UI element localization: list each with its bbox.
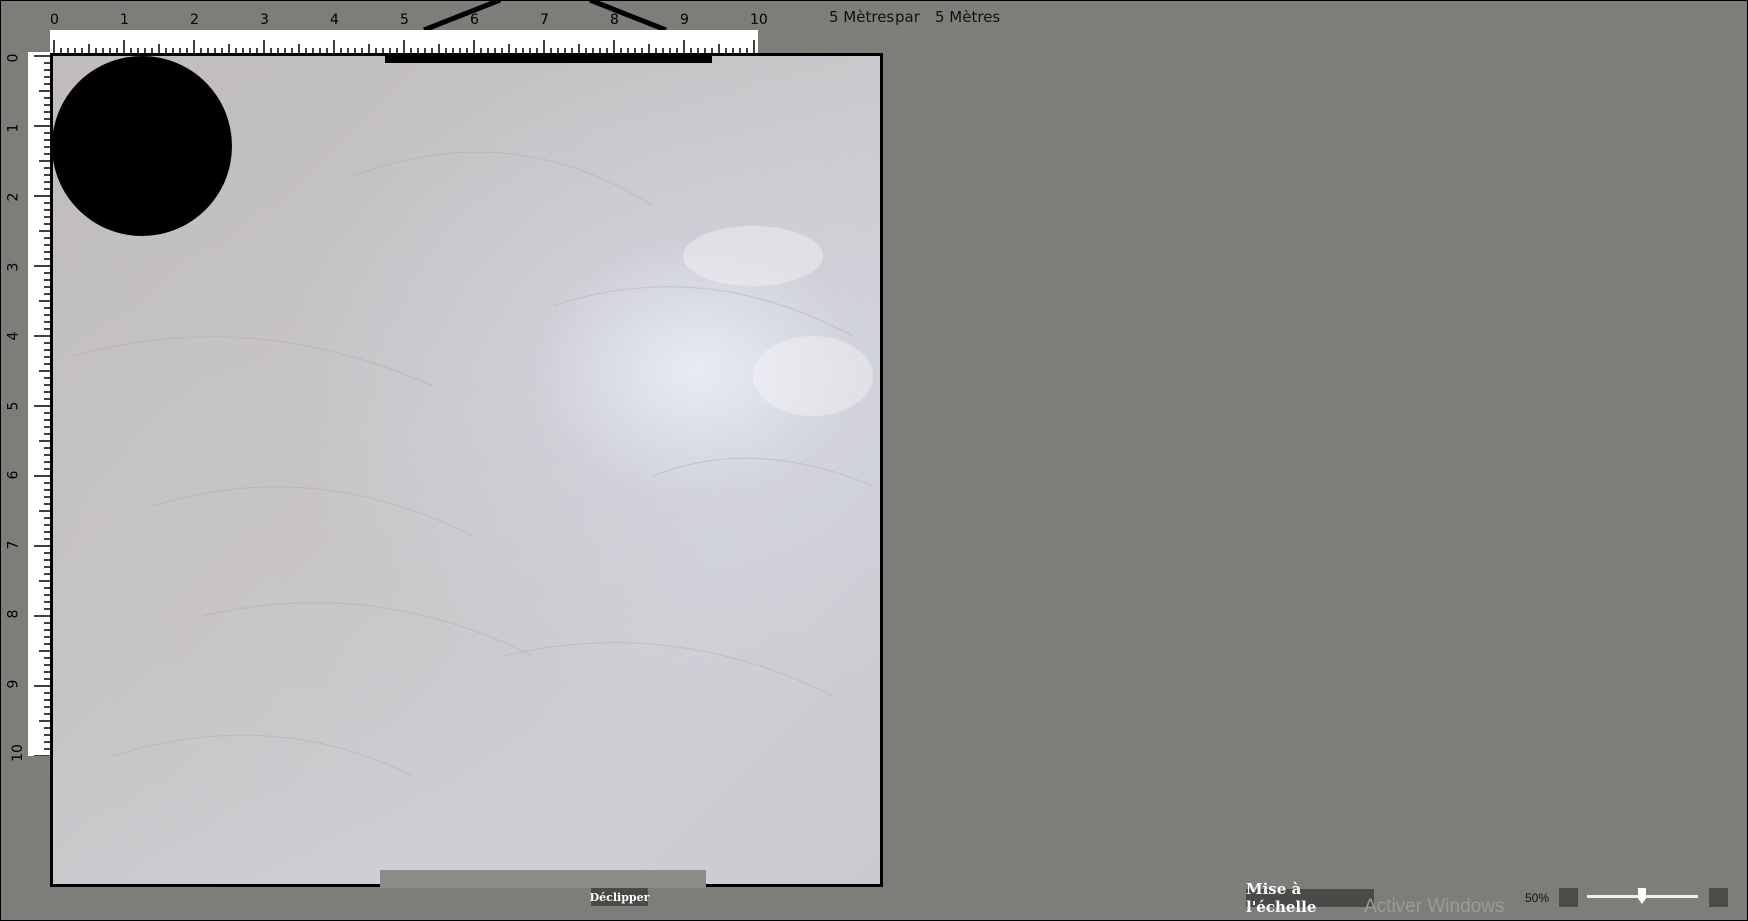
v-ruler-label: 0: [5, 53, 22, 63]
zoom-slider-thumb[interactable]: [1638, 888, 1646, 904]
h-ruler-label: 8: [610, 12, 619, 28]
vertical-ruler: [28, 52, 50, 757]
scale-connector-label: par: [895, 8, 920, 26]
scale-width-label: 5 Mètres: [829, 8, 895, 26]
v-ruler-label: 9: [5, 679, 22, 688]
v-ruler-label: 10: [9, 744, 26, 762]
v-ruler-label: 1: [5, 123, 22, 132]
scale-height-label: 5 Mètres: [935, 8, 1001, 26]
v-ruler-label: 3: [5, 262, 22, 271]
h-ruler-label: 6: [470, 12, 479, 28]
crop-bottom-handle[interactable]: [380, 870, 706, 888]
zoom-in-button[interactable]: [1709, 888, 1728, 907]
v-ruler-label: 5: [5, 401, 22, 410]
v-ruler-label: 7: [5, 540, 22, 549]
mise-echelle-button[interactable]: Mise à l'échelle: [1246, 880, 1374, 916]
h-ruler-label: 7: [540, 12, 549, 28]
v-ruler-label: 6: [5, 470, 22, 480]
h-ruler-label: 9: [680, 12, 689, 28]
h-ruler-label: 3: [260, 12, 269, 28]
h-ruler-label: 1: [120, 12, 129, 28]
h-ruler-label: 0: [50, 12, 59, 28]
zoom-out-button[interactable]: [1559, 888, 1578, 907]
v-ruler-label: 4: [5, 331, 22, 341]
zoom-percent-label: 50%: [1525, 891, 1550, 905]
black-circle-shape[interactable]: [53, 56, 232, 236]
v-ruler-label: 2: [5, 192, 22, 202]
activate-windows-watermark: Activer Windows: [1364, 896, 1505, 917]
h-ruler-label: 2: [190, 12, 199, 28]
declipper-button[interactable]: Déclipper: [590, 888, 649, 906]
v-ruler-label: 8: [5, 609, 22, 619]
h-ruler-label: 4: [330, 12, 339, 28]
crop-top-handle[interactable]: [385, 53, 712, 63]
horizontal-ruler: [50, 30, 758, 54]
h-ruler-label: 5: [400, 12, 409, 28]
h-ruler-label: 10: [750, 12, 768, 28]
image-canvas[interactable]: [50, 53, 883, 887]
